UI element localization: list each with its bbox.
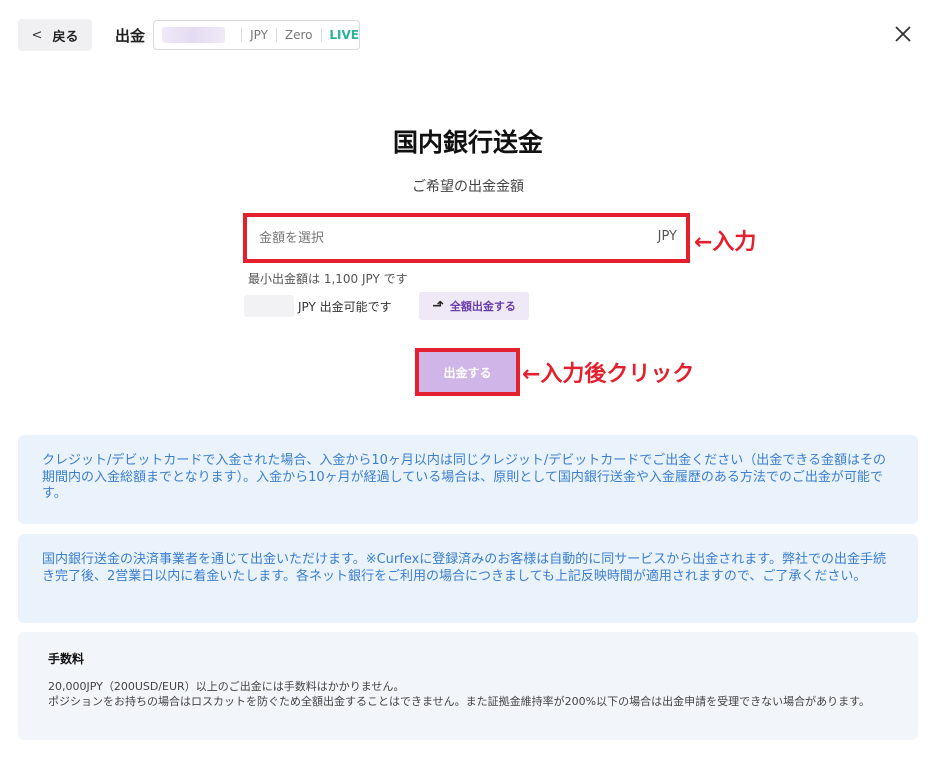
full-withdraw-button[interactable]: ⬏ 全額出金する <box>419 292 529 320</box>
divider <box>275 28 277 42</box>
fee-line: ポジションをお持ちの場合はロスカットを防ぐため全額出金することはできません。また… <box>48 695 871 708</box>
account-currency: JPY <box>250 28 268 42</box>
submit-annotation: ←入力後クリック <box>522 362 695 387</box>
amount-input[interactable] <box>247 217 686 259</box>
account-id-redacted <box>162 27 226 43</box>
fee-title: 手数料 <box>48 652 85 666</box>
account-mode-badge: LIVE <box>329 28 360 42</box>
withdraw-submit-button[interactable]: 出金する <box>419 352 516 392</box>
submit-button-highlight: 出金する <box>415 348 520 396</box>
available-amount-redacted <box>244 295 294 317</box>
input-annotation: ←入力 <box>694 230 757 255</box>
chevron-left-icon: < <box>31 27 43 43</box>
back-button[interactable]: < 戻る <box>18 19 92 51</box>
close-button[interactable] <box>890 21 916 47</box>
fee-line: 20,000JPY（200USD/EUR）以上のご出金には手数料はかかりません。 <box>48 680 405 693</box>
card-notice: クレジット/デビットカードで入金された場合、入金から10ヶ月以内は同じクレジット… <box>18 435 918 524</box>
full-withdraw-label: 全額出金する <box>449 300 516 313</box>
amount-unit: JPY <box>657 229 677 244</box>
available-amount-text: JPY 出金可能です <box>298 300 392 314</box>
section-subtitle: ご希望の出金金額 <box>412 179 524 195</box>
close-icon <box>895 26 911 42</box>
divider <box>241 28 243 42</box>
minimum-amount-text: 最小出金額は 1,100 JPY です <box>248 272 408 286</box>
page-title: 出金 <box>115 27 146 45</box>
fee-section: 手数料 20,000JPY（200USD/EUR）以上のご出金には手数料はかかり… <box>18 632 918 740</box>
bank-notice: 国内銀行送金の決済事業者を通じて出金いただけます。※Curfexに登録済みのお客… <box>18 534 918 623</box>
section-title: 国内銀行送金 <box>392 128 543 157</box>
divider <box>320 28 322 42</box>
back-button-label: 戻る <box>52 29 79 45</box>
account-type: Zero <box>284 28 313 42</box>
account-selector[interactable]: JPY Zero LIVE <box>153 20 360 50</box>
amount-input-highlight: JPY <box>243 213 690 263</box>
arrow-up-icon: ⬏ <box>432 298 444 314</box>
